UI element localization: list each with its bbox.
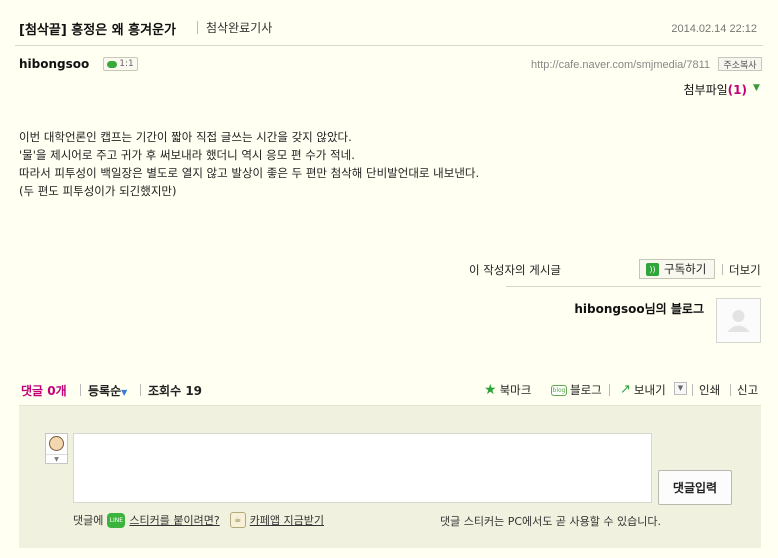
- comment-count[interactable]: 댓글 0개: [21, 382, 67, 399]
- comment-input[interactable]: [73, 433, 652, 503]
- author-blog-link[interactable]: hibongsoo님의 블로그: [574, 300, 704, 317]
- sticker-help-link[interactable]: 스티커를 붙이려면?: [129, 512, 219, 528]
- blog-icon: blog: [551, 384, 567, 396]
- post-title: [첨삭끝] 흥정은 왜 흥겨운가: [19, 23, 177, 38]
- header-divider: [15, 45, 763, 46]
- divider: [80, 384, 81, 396]
- board-name[interactable]: 첨삭완료기사: [206, 19, 272, 36]
- author-avatar[interactable]: [716, 298, 761, 343]
- rss-icon: )): [646, 262, 659, 276]
- sort-order-dropdown[interactable]: 등록순▼: [88, 382, 127, 399]
- avatar-placeholder-icon: [727, 310, 750, 332]
- divider: [692, 384, 693, 396]
- body-line: '물'을 제시어로 주고 귀가 후 써보내라 했더니 역시 응모 편 수가 적네…: [19, 148, 355, 162]
- post-url: http://cafe.naver.com/smjmedia/7811: [531, 59, 710, 71]
- divider: [722, 264, 723, 275]
- copy-url-button[interactable]: 주소복사: [718, 57, 762, 71]
- profile-face-icon: [49, 436, 64, 451]
- my-profile-selector[interactable]: ▼: [45, 433, 68, 464]
- body-line: 따라서 피투성이 백일장은 별도로 열지 않고 발상이 좋은 두 편만 첨삭해 …: [19, 166, 480, 180]
- subscribe-button[interactable]: )) 구독하기: [639, 259, 715, 279]
- attachment-label: 첨부파일: [683, 83, 728, 97]
- report-button[interactable]: 신고: [737, 382, 758, 398]
- send-dropdown-button[interactable]: ▼: [674, 382, 687, 395]
- divider: [609, 384, 610, 396]
- view-count: 조회수 19: [148, 384, 203, 398]
- divider: [140, 384, 141, 396]
- download-arrow-icon[interactable]: ▼: [752, 84, 761, 93]
- post-date: 2014.02.14 22:12: [671, 23, 757, 35]
- chat-button[interactable]: 1:1: [103, 57, 138, 71]
- attachment-count: 1: [733, 83, 742, 97]
- sticker-note: 댓글 스티커는 PC에서도 곧 사용할 수 있습니다.: [440, 515, 661, 528]
- attachment-toggle[interactable]: 첨부파일(1): [684, 81, 748, 98]
- divider: [730, 384, 731, 396]
- bookmark-button[interactable]: ★ 북마크: [484, 382, 531, 398]
- author-divider: [506, 286, 761, 287]
- body-line: 이번 대학언론인 캡프는 기간이 짧아 직접 글쓰는 시간을 갖지 않았다.: [19, 130, 352, 144]
- subscribe-label: 구독하기: [664, 262, 707, 276]
- chat-icon: [107, 60, 118, 68]
- send-button[interactable]: ↗ 보내기: [620, 382, 666, 398]
- post-body: 이번 대학언론인 캡프는 기간이 짧아 직접 글쓰는 시간을 갖지 않았다. '…: [19, 128, 479, 200]
- print-button[interactable]: 인쇄: [699, 382, 720, 398]
- cafe-app-icon: ☕: [229, 512, 246, 528]
- cafe-app-link[interactable]: 카페앱 지금받기: [250, 512, 324, 528]
- more-link[interactable]: 더보기: [729, 262, 761, 278]
- title-divider: [197, 21, 198, 34]
- blog-share-button[interactable]: blog 블로그: [551, 382, 602, 398]
- comment-submit-button[interactable]: 댓글입력: [658, 470, 732, 505]
- line-icon: LINE: [107, 512, 126, 528]
- chevron-down-icon: ▼: [121, 388, 128, 397]
- star-icon: ★: [484, 382, 497, 398]
- author-posts-label: 이 작성자의 게시글: [469, 263, 561, 277]
- chevron-down-icon: ▼: [46, 454, 67, 463]
- sticker-prefix: 댓글에: [73, 514, 104, 527]
- body-line: (두 편도 피투성이가 되긴했지만): [19, 184, 177, 198]
- author-name[interactable]: hibongsoo: [19, 57, 89, 71]
- send-icon: ↗: [620, 382, 631, 397]
- chat-label: 1:1: [119, 59, 134, 69]
- sticker-row: 댓글에 LINE 스티커를 붙이려면? ☕ 카페앱 지금받기: [73, 512, 324, 528]
